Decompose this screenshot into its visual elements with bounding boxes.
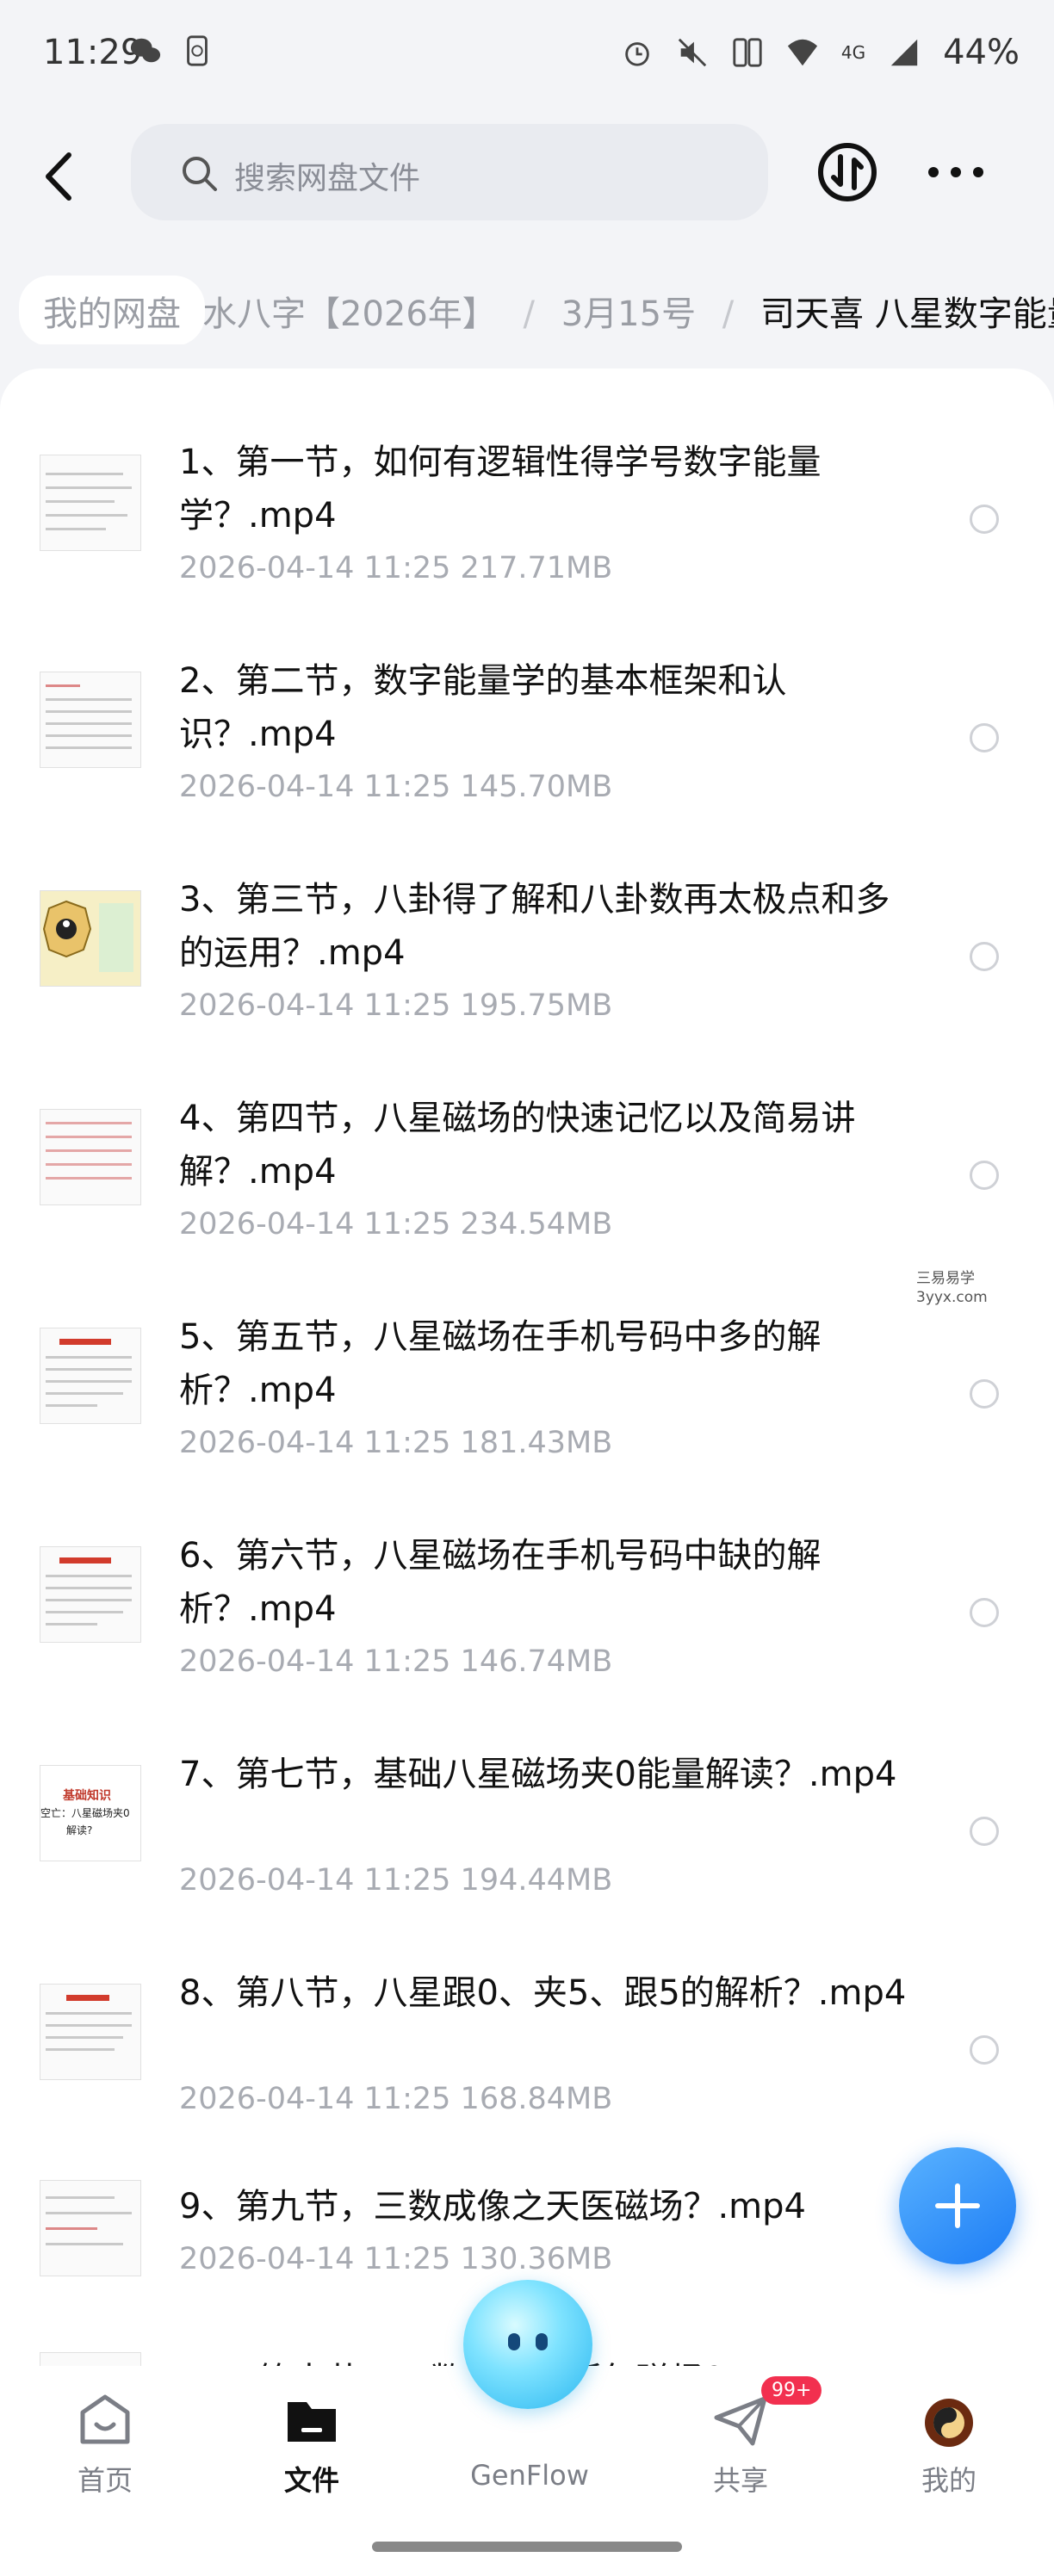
- paper-plane-icon: [714, 2396, 767, 2446]
- search-icon: [183, 157, 217, 191]
- tab-label: 我的: [921, 2464, 976, 2497]
- list-item[interactable]: 2、第二节，数字能量学的基本框架和认识？.mp4 2026-04-14 11:2…: [0, 632, 1054, 851]
- list-item[interactable]: 基础知识 空亡：八星磁场夹0 解读? 7、第七节，基础八星磁场夹0能量解读？.m…: [0, 1725, 1054, 1944]
- home-icon: [80, 2394, 130, 2444]
- file-name: 8、第八节，八星跟0、夹5、跟5的解析？.mp4: [179, 1973, 907, 2013]
- search-input[interactable]: 搜索网盘文件: [131, 124, 768, 220]
- select-checkbox[interactable]: [970, 1161, 999, 1190]
- file-name: 4、第四节，八星磁场的快速记忆以及简易讲解？.mp4: [179, 1099, 856, 1192]
- notification-badge: 99+: [761, 2376, 822, 2405]
- wechat-icon: [130, 38, 161, 63]
- file-meta: 2026-04-14 11:25 145.70MB: [179, 770, 613, 804]
- list-item[interactable]: 4、第四节，八星磁场的快速记忆以及简易讲解？.mp4 2026-04-14 11…: [0, 1069, 1054, 1288]
- top-bar: 搜索网盘文件: [0, 121, 1054, 232]
- select-checkbox[interactable]: [970, 723, 999, 752]
- tab-label: 共享: [712, 2464, 768, 2497]
- thumb-text: 空亡：八星磁场夹0: [40, 1807, 130, 1819]
- thumb-text: 解读?: [66, 1824, 93, 1836]
- list-item[interactable]: 5、第五节，八星磁场在手机号码中多的解析？.mp4 2026-04-14 11:…: [0, 1288, 1054, 1507]
- phone-sync-icon: [187, 35, 208, 66]
- file-thumbnail: [40, 1984, 141, 2080]
- folder-icon: [288, 2402, 336, 2442]
- signal-icon: [890, 39, 918, 66]
- more-options-icon[interactable]: [928, 167, 983, 177]
- file-meta: 2026-04-14 11:25 146.74MB: [179, 1644, 613, 1679]
- select-checkbox[interactable]: [970, 1379, 999, 1409]
- breadcrumb-item[interactable]: 水八字【2026年】: [202, 294, 497, 334]
- file-meta: 2026-04-14 11:25 194.44MB: [179, 1863, 613, 1898]
- file-meta: 2026-04-14 11:25 168.84MB: [179, 2082, 613, 2116]
- file-thumbnail: [40, 672, 141, 768]
- breadcrumb-home[interactable]: 我的网盘: [19, 276, 205, 344]
- breadcrumb-path: 水八字【2026年】 / 3月15号 / 司天喜 八星数字能量: [202, 286, 1054, 336]
- list-item[interactable]: 8、第八节，八星跟0、夹5、跟5的解析？.mp4 2026-04-14 11:2…: [0, 1944, 1054, 2163]
- file-name: 1、第一节，如何有逻辑性得学号数字能量学？.mp4: [179, 443, 822, 536]
- file-name: 7、第七节，基础八星磁场夹0能量解读？.mp4: [179, 1755, 897, 1794]
- breadcrumb-current: 司天喜 八星数字能量: [760, 294, 1054, 334]
- file-name: 3、第三节，八卦得了解和八卦数再太极点和多的运用？.mp4: [179, 880, 890, 973]
- file-meta: 2026-04-14 11:25 217.71MB: [179, 551, 613, 585]
- nfc-icon: [733, 38, 762, 67]
- file-thumbnail: [40, 455, 141, 551]
- select-checkbox[interactable]: [970, 2035, 999, 2065]
- file-thumbnail: [40, 1546, 141, 1643]
- list-item[interactable]: 1、第一节，如何有逻辑性得学号数字能量学？.mp4 2026-04-14 11:…: [0, 413, 1054, 632]
- status-bar: 11:29 4G 44%: [0, 0, 1054, 112]
- breadcrumb: 水八字【2026年】 / 3月15号 / 司天喜 八星数字能量 我的网盘: [0, 276, 1054, 344]
- file-meta: 2026-04-14 11:25 130.36MB: [179, 2242, 613, 2276]
- search-placeholder: 搜索网盘文件: [234, 161, 421, 196]
- file-name: 9、第九节，三数成像之天医磁场？.mp4: [179, 2187, 806, 2226]
- wifi-icon: [787, 39, 817, 66]
- thumb-heading: 基础知识: [63, 1789, 111, 1803]
- home-indicator: [372, 2542, 682, 2552]
- file-name: 6、第六节，八星磁场在手机号码中缺的解析？.mp4: [179, 1536, 822, 1629]
- file-meta: 2026-04-14 11:25 234.54MB: [179, 1207, 613, 1242]
- tab-genflow[interactable]: GenFlow: [448, 2459, 611, 2492]
- tab-label: 文件: [283, 2464, 339, 2497]
- file-name: 5、第五节，八星磁场在手机号码中多的解析？.mp4: [179, 1317, 822, 1410]
- file-thumbnail: [40, 1328, 141, 1424]
- alarm-icon: [625, 42, 649, 66]
- select-checkbox[interactable]: [970, 942, 999, 971]
- breadcrumb-item[interactable]: 3月15号: [561, 294, 696, 334]
- add-button[interactable]: [899, 2147, 1016, 2264]
- back-arrow-icon[interactable]: [34, 146, 86, 207]
- file-thumbnail: [40, 1109, 141, 1205]
- file-name: 2、第二节，数字能量学的基本框架和认识？.mp4: [179, 661, 787, 754]
- tab-label: 首页: [77, 2464, 133, 2497]
- file-thumbnail: 基础知识 空亡：八星磁场夹0 解读?: [40, 1765, 141, 1861]
- select-checkbox[interactable]: [970, 505, 999, 534]
- genflow-mascot-icon[interactable]: [463, 2280, 592, 2409]
- list-item[interactable]: 6、第六节，八星磁场在手机号码中缺的解析？.mp4 2026-04-14 11:…: [0, 1507, 1054, 1725]
- file-list: 1、第一节，如何有逻辑性得学号数字能量学？.mp4 2026-04-14 11:…: [0, 368, 1054, 2366]
- bottom-tab-bar: 首页 文件 GenFlow 共享 99+ 我的: [0, 2280, 1054, 2576]
- file-meta: 2026-04-14 11:25 195.75MB: [179, 988, 613, 1023]
- file-thumbnail: [40, 2180, 141, 2276]
- status-time: 11:29: [43, 33, 143, 72]
- select-checkbox[interactable]: [970, 1598, 999, 1627]
- list-item[interactable]: 3、第三节，八卦得了解和八卦数再太极点和多的运用？.mp4 2026-04-14…: [0, 851, 1054, 1069]
- file-thumbnail: [40, 890, 141, 987]
- file-meta: 2026-04-14 11:25 181.43MB: [179, 1426, 613, 1460]
- watermark: 三易易学 3yyx.com: [916, 1270, 988, 1306]
- avatar-icon: [925, 2399, 973, 2447]
- network-type: 4G: [840, 42, 866, 63]
- file-thumbnail: [40, 2352, 141, 2366]
- select-checkbox[interactable]: [970, 1817, 999, 1846]
- battery-level: 44%: [943, 33, 1020, 72]
- mute-icon: [678, 38, 707, 67]
- transfer-icon[interactable]: [816, 141, 878, 203]
